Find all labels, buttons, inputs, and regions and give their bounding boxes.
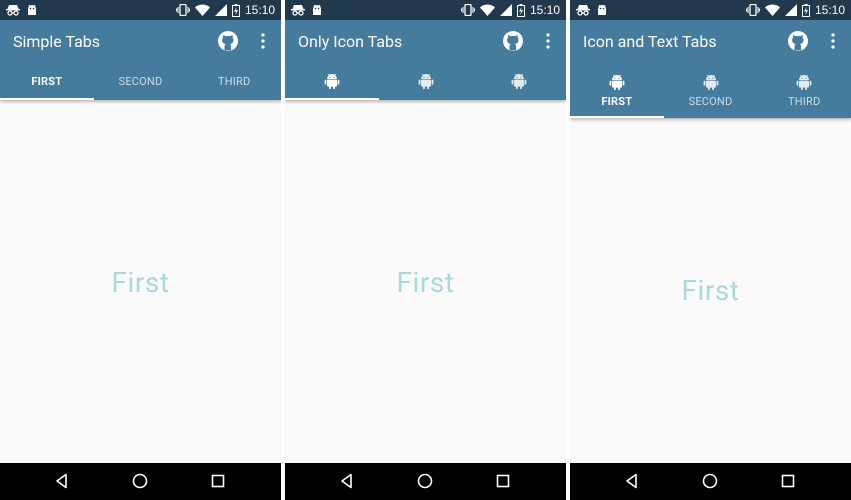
android-icon	[703, 74, 718, 90]
tab-label: THIRD	[217, 74, 251, 88]
tab-first[interactable]	[285, 62, 379, 100]
android-icon	[609, 74, 625, 90]
cell-signal-icon	[784, 4, 797, 16]
app-bar: Simple Tabs FIRST SECOND THIRD	[0, 20, 281, 100]
more-vert-icon[interactable]	[830, 33, 836, 49]
battery-charging-icon	[801, 3, 810, 17]
cell-signal-icon	[214, 4, 227, 16]
navigation-bar	[570, 463, 851, 500]
recents-icon[interactable]	[494, 472, 512, 490]
toolbar: Simple Tabs	[0, 20, 281, 62]
navigation-bar	[285, 463, 566, 500]
status-time: 15:10	[529, 3, 560, 17]
tab-bar: FIRST SECOND THIRD	[0, 62, 281, 100]
toolbar: Icon and Text Tabs	[570, 20, 851, 62]
more-vert-icon[interactable]	[545, 33, 551, 49]
cell-signal-icon	[499, 4, 512, 16]
wifi-icon	[764, 4, 780, 16]
home-icon[interactable]	[416, 472, 434, 490]
page-title: Simple Tabs	[13, 32, 101, 51]
wifi-icon	[479, 4, 495, 16]
github-icon[interactable]	[788, 31, 808, 51]
android-icon	[796, 74, 812, 90]
vibrate-icon	[460, 4, 475, 16]
status-bar: 15:10	[0, 0, 281, 20]
recents-icon[interactable]	[779, 472, 797, 490]
github-icon[interactable]	[503, 31, 523, 51]
content-text: First	[396, 266, 455, 299]
recents-icon[interactable]	[209, 472, 227, 490]
more-vert-icon[interactable]	[260, 33, 266, 49]
incognito-icon	[291, 5, 305, 16]
android-icon	[418, 73, 433, 90]
content-text: First	[111, 266, 170, 299]
screen-icon-and-text-tabs: 15:10 Icon and Text Tabs FIRST SECOND TH…	[570, 0, 851, 500]
vibrate-icon	[175, 4, 190, 16]
tab-bar: FIRST SECOND THIRD	[570, 62, 851, 118]
page-title: Only Icon Tabs	[298, 32, 403, 51]
status-bar: 15:10	[570, 0, 851, 20]
battery-charging-icon	[231, 3, 240, 17]
tab-label: FIRST	[31, 74, 63, 88]
status-time: 15:10	[814, 3, 845, 17]
app-bar: Only Icon Tabs	[285, 20, 566, 100]
navigation-bar	[0, 463, 281, 500]
app-bar: Icon and Text Tabs FIRST SECOND THIRD	[570, 20, 851, 118]
incognito-icon	[576, 5, 590, 16]
android-notification-icon	[313, 4, 321, 15]
back-icon[interactable]	[623, 472, 641, 490]
tab-label: FIRST	[601, 94, 633, 108]
tab-first[interactable]: FIRST	[0, 62, 94, 100]
vibrate-icon	[745, 4, 760, 16]
github-icon[interactable]	[218, 31, 238, 51]
incognito-icon	[6, 5, 20, 16]
tab-label: THIRD	[787, 94, 821, 108]
tab-second[interactable]: SECOND	[664, 62, 758, 118]
tab-second[interactable]	[379, 62, 473, 100]
tab-label: SECOND	[118, 74, 163, 88]
screen-only-icon-tabs: 15:10 Only Icon Tabs First	[285, 0, 566, 500]
battery-charging-icon	[516, 3, 525, 17]
tab-third[interactable]	[472, 62, 566, 100]
tab-label: SECOND	[688, 94, 733, 108]
back-icon[interactable]	[53, 472, 71, 490]
android-icon	[324, 73, 340, 90]
status-time: 15:10	[244, 3, 275, 17]
android-icon	[511, 73, 527, 90]
status-bar: 15:10	[285, 0, 566, 20]
back-icon[interactable]	[338, 472, 356, 490]
tab-second[interactable]: SECOND	[94, 62, 188, 100]
home-icon[interactable]	[701, 472, 719, 490]
tab-first[interactable]: FIRST	[570, 62, 664, 118]
screen-simple-tabs: 15:10 Simple Tabs FIRST SECOND THIRD Fir…	[0, 0, 281, 500]
home-icon[interactable]	[131, 472, 149, 490]
android-notification-icon	[28, 4, 36, 15]
android-notification-icon	[598, 4, 606, 15]
tab-bar	[285, 62, 566, 100]
toolbar: Only Icon Tabs	[285, 20, 566, 62]
tab-third[interactable]: THIRD	[757, 62, 851, 118]
page-title: Icon and Text Tabs	[583, 32, 717, 51]
tab-third[interactable]: THIRD	[187, 62, 281, 100]
content-text: First	[681, 274, 740, 307]
wifi-icon	[194, 4, 210, 16]
